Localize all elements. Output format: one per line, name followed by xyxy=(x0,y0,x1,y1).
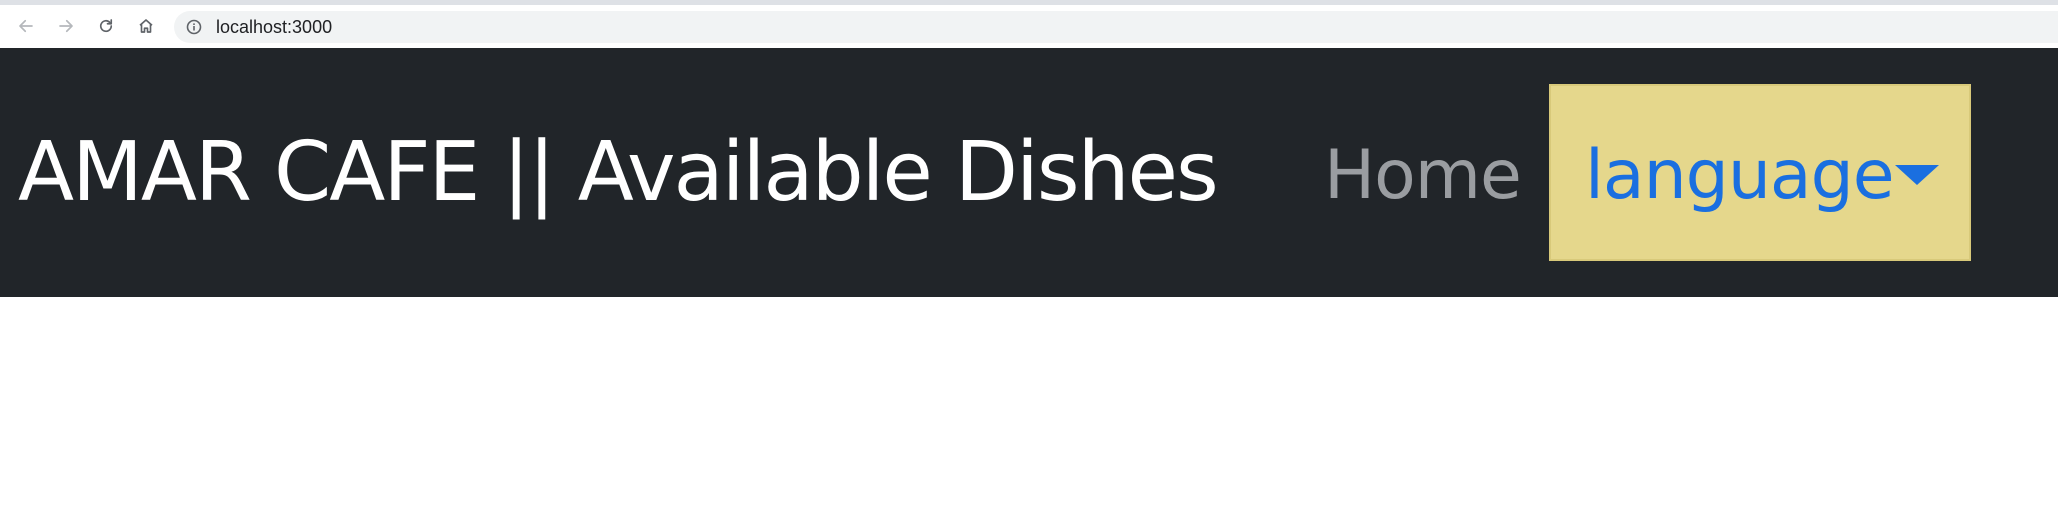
address-bar[interactable]: localhost:3000 xyxy=(174,11,2058,43)
language-dropdown-label: language xyxy=(1585,136,1895,215)
home-icon xyxy=(139,19,153,33)
url-text[interactable]: localhost:3000 xyxy=(216,17,332,38)
forward-button[interactable] xyxy=(52,12,80,40)
arrow-right-icon xyxy=(59,19,73,33)
reload-button[interactable] xyxy=(92,12,120,40)
home-nav-link[interactable]: Home xyxy=(1324,142,1522,210)
language-dropdown-button[interactable]: language xyxy=(1549,84,1971,261)
caret-down-icon xyxy=(1895,165,1939,185)
browser-toolbar: localhost:3000 xyxy=(0,0,2058,48)
arrow-left-icon xyxy=(19,19,33,33)
info-icon[interactable] xyxy=(186,19,202,35)
home-button[interactable] xyxy=(132,12,160,40)
reload-icon xyxy=(99,19,113,33)
navbar-brand[interactable]: AMAR CAFE || Available Dishes xyxy=(18,132,1219,214)
navbar: AMAR CAFE || Available Dishes Home langu… xyxy=(0,48,2058,297)
back-button[interactable] xyxy=(12,12,40,40)
